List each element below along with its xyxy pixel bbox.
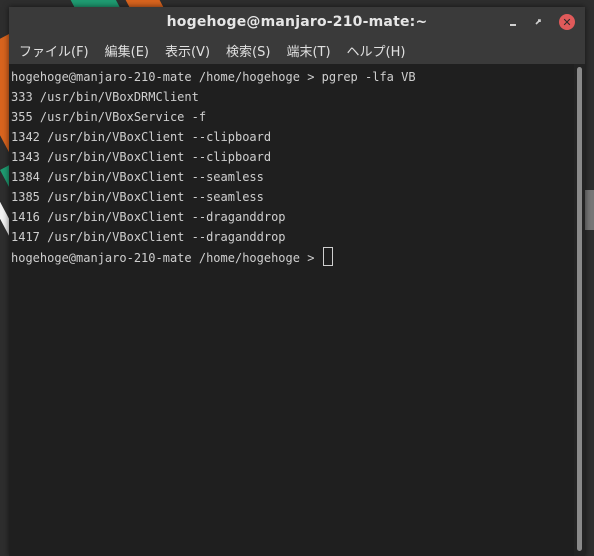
wallpaper-stripe-right bbox=[584, 190, 594, 230]
close-glyph: ✕ bbox=[562, 15, 572, 29]
menu-terminal[interactable]: 端末(T) bbox=[286, 39, 330, 62]
terminal-line: 1384 /usr/bin/VBoxClient --seamless bbox=[11, 170, 264, 184]
terminal-line: hogehoge@manjaro-210-mate /home/hogehoge… bbox=[11, 70, 416, 84]
terminal-prompt: hogehoge@manjaro-210-mate /home/hogehoge… bbox=[11, 251, 322, 265]
terminal-line: 355 /usr/bin/VBoxService -f bbox=[11, 110, 207, 124]
scrollbar-thumb[interactable] bbox=[577, 67, 582, 551]
terminal-line: 1416 /usr/bin/VBoxClient --draganddrop bbox=[11, 210, 286, 224]
close-icon[interactable]: ✕ bbox=[559, 14, 575, 30]
minimize-icon[interactable] bbox=[505, 14, 521, 30]
window-title: hogehoge@manjaro-210-mate:~ bbox=[166, 14, 428, 30]
menu-edit[interactable]: 編集(E) bbox=[105, 39, 149, 62]
text-cursor bbox=[322, 247, 333, 266]
maximize-icon[interactable] bbox=[530, 14, 546, 30]
minimize-glyph bbox=[510, 24, 516, 26]
terminal-line: 1343 /usr/bin/VBoxClient --clipboard bbox=[11, 150, 272, 164]
maximize-glyph bbox=[535, 19, 541, 25]
menu-file[interactable]: ファイル(F) bbox=[19, 39, 89, 62]
scrollbar[interactable] bbox=[574, 64, 585, 556]
terminal-prompt-line[interactable]: hogehoge@manjaro-210-mate /home/hogehoge… bbox=[11, 247, 572, 267]
terminal-line: 333 /usr/bin/VBoxDRMClient bbox=[11, 90, 199, 104]
terminal-line: 1342 /usr/bin/VBoxClient --clipboard bbox=[11, 130, 272, 144]
menu-view[interactable]: 表示(V) bbox=[165, 39, 210, 62]
terminal-line: 1417 /usr/bin/VBoxClient --draganddrop bbox=[11, 230, 286, 244]
terminal-output[interactable]: hogehoge@manjaro-210-mate /home/hogehoge… bbox=[9, 64, 574, 556]
terminal-line: 1385 /usr/bin/VBoxClient --seamless bbox=[11, 190, 264, 204]
terminal-window: hogehoge@manjaro-210-mate:~ ✕ ファイル(F) 編集… bbox=[9, 7, 585, 556]
window-titlebar[interactable]: hogehoge@manjaro-210-mate:~ ✕ bbox=[9, 7, 585, 37]
menu-search[interactable]: 検索(S) bbox=[226, 39, 270, 62]
menubar: ファイル(F) 編集(E) 表示(V) 検索(S) 端末(T) ヘルプ(H) bbox=[9, 37, 585, 64]
menu-help[interactable]: ヘルプ(H) bbox=[347, 39, 406, 62]
